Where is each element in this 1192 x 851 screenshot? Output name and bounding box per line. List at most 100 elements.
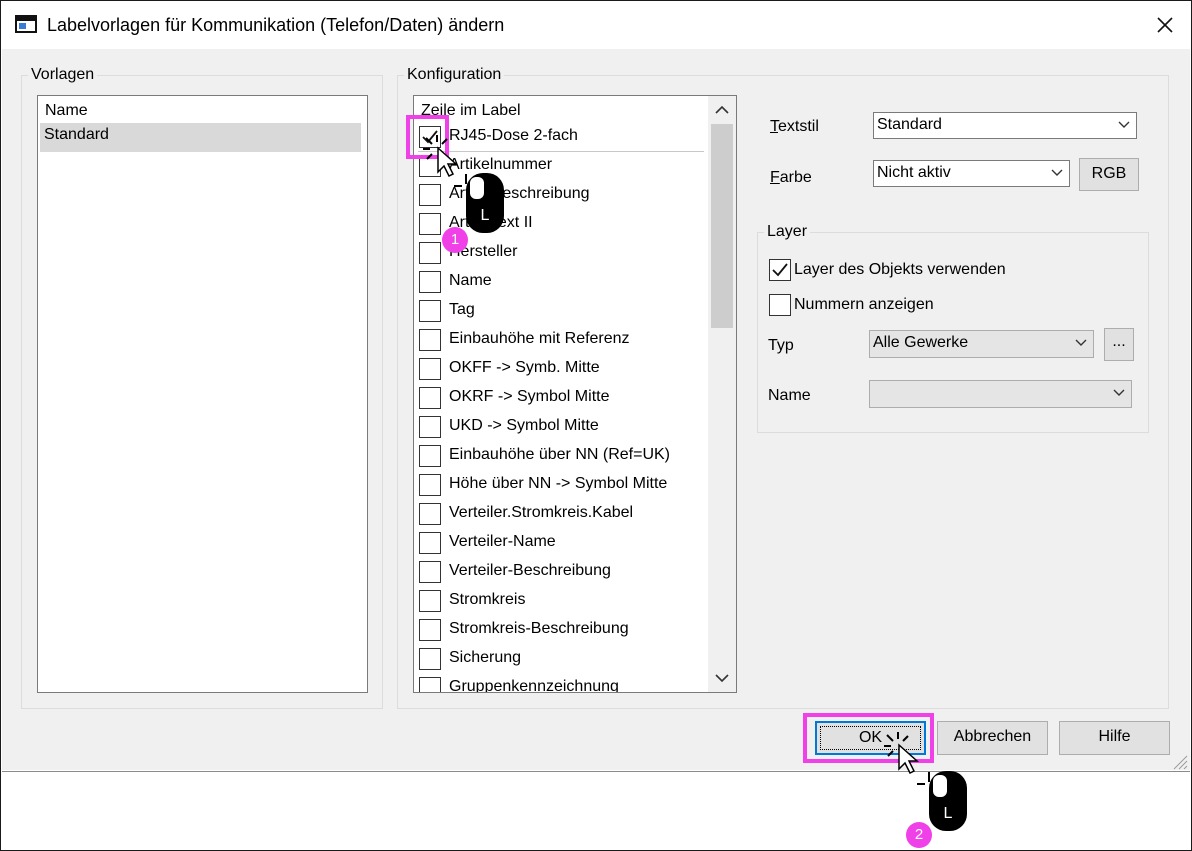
cancel-button-label: Abbrechen [953, 728, 1032, 745]
title-bar: Labelvorlagen für Kommunikation (Telefon… [1, 1, 1191, 49]
list-item-label: Standard [44, 126, 109, 143]
list-item[interactable]: Sicherung [418, 644, 708, 673]
list-item[interactable]: OKRF -> Symbol Mitte [418, 383, 708, 412]
dialog-footer-area [2, 771, 1190, 850]
list-item[interactable]: Name [418, 267, 708, 296]
list-item[interactable]: Stromkreis-Beschreibung [418, 615, 708, 644]
step-marker-1: 1 [442, 227, 468, 253]
textstil-value: Standard [877, 116, 942, 133]
list-item-checkbox[interactable] [419, 503, 441, 525]
help-button[interactable]: Hilfe [1059, 721, 1170, 755]
vorlagen-legend: Vorlagen [31, 66, 95, 83]
list-item-checkbox[interactable] [419, 242, 441, 264]
scrollbar-thumb[interactable] [711, 124, 733, 328]
vorlagen-list[interactable]: Name Standard [37, 95, 368, 693]
layer-name-select[interactable] [869, 380, 1132, 408]
list-item-checkbox[interactable] [419, 358, 441, 380]
farbe-select[interactable]: Nicht aktiv [873, 160, 1070, 187]
list-item[interactable]: Höhe über NN -> Symbol Mitte [418, 470, 708, 499]
list-item-label: Stromkreis [449, 591, 526, 608]
list-item[interactable]: Einbauhöhe mit Referenz [418, 325, 708, 354]
list-item[interactable]: OKFF -> Symb. Mitte [418, 354, 708, 383]
use-object-layer-checkbox[interactable] [769, 259, 791, 281]
mouse-button-label: L [481, 207, 490, 224]
list-item-label: Verteiler.Stromkreis.Kabel [449, 504, 634, 521]
list-item-checkbox[interactable] [419, 387, 441, 409]
list-item-label: Einbauhöhe mit Referenz [449, 330, 630, 347]
use-object-layer-label: Layer des Objekts verwenden [794, 261, 1006, 278]
typ-value: Alle Gewerke [873, 334, 969, 351]
chevron-down-icon [1051, 169, 1063, 176]
rgb-button-label: RGB [1091, 165, 1127, 182]
typ-select[interactable]: Alle Gewerke [869, 330, 1094, 358]
list-item-checkbox[interactable] [419, 648, 441, 670]
list-item-checkbox[interactable] [419, 619, 441, 641]
app-window-icon [15, 15, 37, 33]
rgb-button[interactable]: RGB [1079, 158, 1139, 191]
list-item-checkbox[interactable] [419, 677, 441, 692]
mouse-button-label: L [944, 805, 953, 822]
list-item-label: OKFF -> Symb. Mitte [449, 359, 600, 376]
list-item-label: Höhe über NN -> Symbol Mitte [449, 475, 668, 492]
chevron-down-icon[interactable] [708, 666, 736, 690]
resize-grip-icon[interactable] [1170, 752, 1188, 770]
list-item-label: Tag [449, 301, 475, 318]
chevron-down-icon [1113, 389, 1125, 396]
list-item[interactable]: Verteiler.Stromkreis.Kabel [418, 499, 708, 528]
textstil-label: Textstil [770, 118, 819, 135]
konfiguration-legend: Konfiguration [407, 66, 502, 83]
list-item-checkbox[interactable] [419, 590, 441, 612]
layer-name-label: Name [768, 387, 811, 404]
list-item[interactable]: UKD -> Symbol Mitte [418, 412, 708, 441]
list-item-label: Gruppenkennzeichnung [449, 678, 619, 693]
list-item-label: OKRF -> Symbol Mitte [449, 388, 610, 405]
layer-legend: Layer [767, 223, 808, 240]
farbe-label-rest: arbe [779, 169, 812, 186]
list-item-label: Stromkreis-Beschreibung [449, 620, 629, 637]
farbe-label: Farbe [770, 169, 812, 186]
help-button-label: Hilfe [1098, 728, 1131, 745]
list-item-label: Name [449, 272, 492, 289]
browse-button[interactable]: ... [1104, 328, 1134, 361]
mouse-icon: L [454, 173, 504, 233]
list-item-checkbox[interactable] [419, 532, 441, 554]
list-item-checkbox[interactable] [419, 329, 441, 351]
list-item-label: Verteiler-Name [449, 533, 556, 550]
checkmark-icon [772, 263, 788, 277]
list-item[interactable]: Verteiler-Beschreibung [418, 557, 708, 586]
list-item-checkbox[interactable] [419, 213, 441, 235]
vorlagen-column-header: Name [45, 102, 88, 119]
browse-button-label: ... [1112, 333, 1126, 350]
list-item-checkbox[interactable] [419, 300, 441, 322]
textstil-select[interactable]: Standard [873, 112, 1137, 139]
list-item-label: Einbauhöhe über NN (Ref=UK) [449, 446, 671, 463]
show-numbers-checkbox[interactable] [769, 294, 791, 316]
list-item-checkbox[interactable] [419, 271, 441, 293]
list-item-label: Verteiler-Beschreibung [449, 562, 611, 579]
farbe-value: Nicht aktiv [877, 164, 951, 181]
textstil-label-rest: extstil [778, 118, 819, 135]
list-item-checkbox[interactable] [419, 184, 441, 206]
chevron-down-icon [1075, 339, 1087, 346]
list-item-checkbox[interactable] [419, 445, 441, 467]
list-item-checkbox[interactable] [419, 416, 441, 438]
list-item[interactable]: Stromkreis [418, 586, 708, 615]
window-title: Labelvorlagen für Kommunikation (Telefon… [47, 15, 505, 35]
close-icon[interactable] [1151, 11, 1179, 39]
list-item[interactable]: Verteiler-Name [418, 528, 708, 557]
cancel-button[interactable]: Abbrechen [937, 721, 1048, 755]
list-item[interactable]: Gruppenkennzeichnung [418, 673, 708, 693]
list-item[interactable]: Tag [418, 296, 708, 325]
typ-label: Typ [768, 337, 794, 354]
list-item-selected[interactable]: Standard [40, 123, 361, 152]
list-scrollbar[interactable] [708, 96, 736, 692]
chevron-up-icon[interactable] [708, 98, 736, 122]
list-item-label: Sicherung [449, 649, 522, 666]
list-item-checkbox[interactable] [419, 474, 441, 496]
list-item-checkbox[interactable] [419, 561, 441, 583]
show-numbers-label: Nummern anzeigen [794, 296, 934, 313]
list-item-label: UKD -> Symbol Mitte [449, 417, 599, 434]
list-item[interactable]: Einbauhöhe über NN (Ref=UK) [418, 441, 708, 470]
chevron-down-icon [1118, 121, 1130, 128]
step-marker-2: 2 [906, 822, 932, 848]
